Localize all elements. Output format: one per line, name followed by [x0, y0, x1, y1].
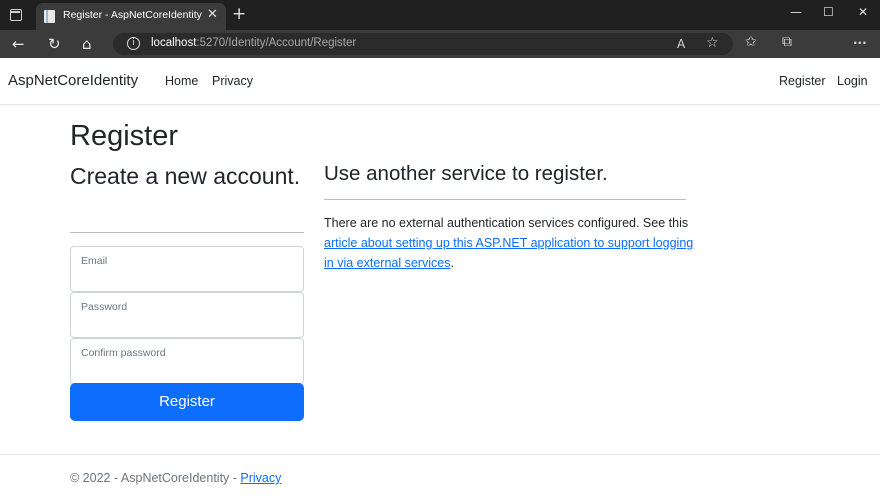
nav-login-link[interactable]: Login: [837, 74, 868, 88]
confirm-password-label: Confirm password: [81, 347, 166, 359]
more-options-icon[interactable]: ···: [853, 36, 867, 50]
confirm-password-input[interactable]: [80, 361, 292, 379]
back-icon[interactable]: ←: [12, 34, 25, 54]
site-footer: © 2022 - AspNetCoreIdentity - Privacy: [0, 454, 880, 501]
maximize-icon[interactable]: ☐: [823, 5, 834, 19]
site-navbar: AspNetCoreIdentity Home Privacy Register…: [0, 58, 880, 105]
home-icon[interactable]: ⌂: [82, 34, 92, 54]
external-login-text: There are no external authentication ser…: [324, 213, 694, 273]
external-auth-article-link[interactable]: article about setting up this ASP.NET ap…: [324, 236, 693, 270]
site-brand-link[interactable]: AspNetCoreIdentity: [8, 72, 138, 89]
add-favorite-icon[interactable]: ☆: [706, 35, 719, 51]
footer-text: © 2022 - AspNetCoreIdentity - Privacy: [70, 471, 281, 485]
email-field[interactable]: Email: [70, 246, 304, 292]
form-subtitle: Create a new account.: [70, 163, 301, 189]
external-login-heading: Use another service to register.: [324, 162, 608, 185]
password-input[interactable]: [80, 315, 292, 333]
nav-home-link[interactable]: Home: [165, 74, 198, 88]
refresh-icon[interactable]: ↻: [48, 34, 61, 54]
register-button[interactable]: Register: [70, 383, 304, 421]
site-info-icon[interactable]: i: [127, 37, 140, 50]
page-favicon-icon: [44, 10, 55, 23]
url-text: localhost:5270/Identity/Account/Register: [151, 37, 356, 49]
collections-icon[interactable]: ⧉: [782, 34, 792, 50]
external-text-before: There are no external authentication ser…: [324, 216, 689, 230]
page-title: Register: [70, 120, 178, 152]
nav-privacy-link[interactable]: Privacy: [212, 74, 253, 88]
tab-close-icon[interactable]: ✕: [207, 7, 218, 22]
external-text-after: .: [450, 256, 454, 270]
tab-title: Register - AspNetCoreIdentity: [63, 9, 202, 21]
email-label: Email: [81, 255, 108, 267]
form-divider: [70, 232, 304, 233]
nav-register-link[interactable]: Register: [779, 74, 826, 88]
password-field[interactable]: Password: [70, 292, 304, 338]
favorites-icon[interactable]: ✩: [745, 34, 757, 50]
footer-copyright: © 2022 - AspNetCoreIdentity -: [70, 471, 241, 485]
browser-address-bar: ← ↻ ⌂ i localhost:5270/Identity/Account/…: [0, 30, 880, 58]
url-path: :5270/Identity/Account/Register: [196, 37, 357, 49]
footer-privacy-link[interactable]: Privacy: [240, 471, 281, 485]
url-host: localhost: [151, 37, 197, 49]
external-divider: [324, 199, 686, 200]
tab-actions-icon[interactable]: [10, 9, 22, 21]
password-label: Password: [81, 301, 128, 313]
browser-tab-bar: Register - AspNetCoreIdentity ✕ + — ☐ ✕: [0, 0, 880, 30]
read-aloud-icon[interactable]: A: [677, 37, 685, 51]
close-window-icon[interactable]: ✕: [858, 5, 868, 19]
minimize-icon[interactable]: —: [790, 5, 802, 19]
new-tab-icon[interactable]: +: [232, 4, 246, 24]
browser-tab[interactable]: Register - AspNetCoreIdentity ✕: [36, 3, 226, 30]
url-field[interactable]: i localhost:5270/Identity/Account/Regist…: [113, 33, 733, 55]
confirm-password-field[interactable]: Confirm password: [70, 338, 304, 384]
email-input[interactable]: [80, 269, 292, 287]
